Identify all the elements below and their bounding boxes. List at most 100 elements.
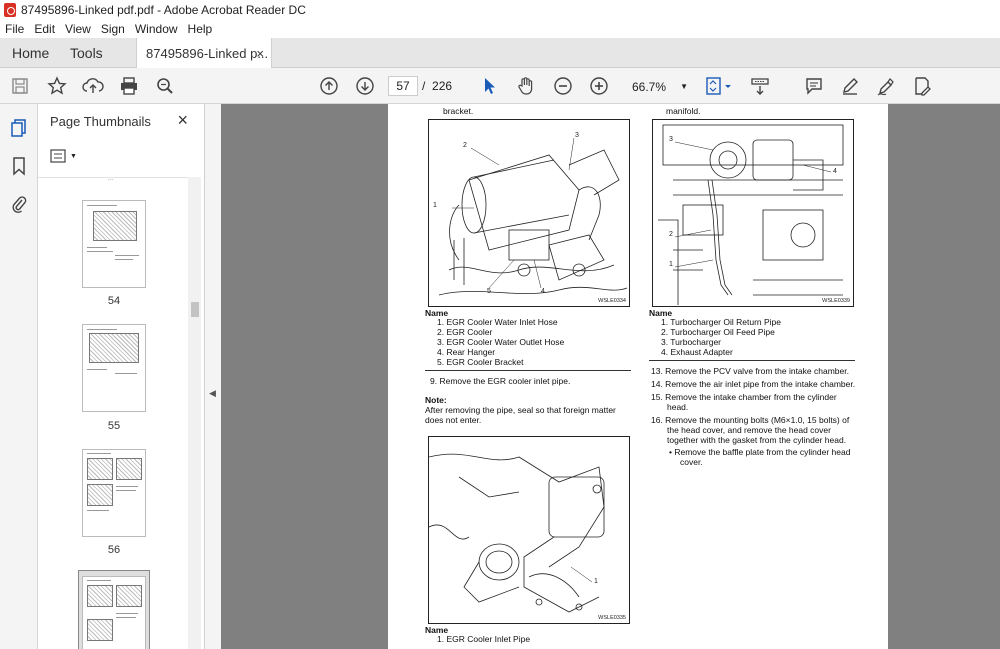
callout-4: 4 xyxy=(541,288,545,295)
figure-turbocharger: 1 2 3 4 WSLE0339 xyxy=(652,119,854,307)
list-item: 4. Rear Hanger xyxy=(437,347,496,357)
thumbnail-page-54[interactable] xyxy=(82,200,146,288)
left-rail xyxy=(0,104,38,649)
callout-2: 2 xyxy=(669,231,673,238)
figure-egr-cooler: 1 2 3 4 5 WSLE0334 xyxy=(428,119,630,307)
tab-document-label: 87495896-Linked p... xyxy=(146,45,269,61)
hand-tool-icon[interactable] xyxy=(514,74,538,98)
sign-pen-icon[interactable] xyxy=(874,74,898,98)
figure-code: WSLE0335 xyxy=(598,615,626,621)
callout-5: 5 xyxy=(487,288,491,295)
thumbnail-label-56: 56 xyxy=(107,544,121,556)
thumbnail-scrollbar[interactable] xyxy=(188,177,201,649)
save-icon[interactable] xyxy=(8,74,32,98)
menu-view[interactable]: View xyxy=(65,22,91,36)
step-text: 14. Remove the air inlet pipe from the i… xyxy=(651,379,856,389)
select-cursor-icon[interactable] xyxy=(478,74,502,98)
step-text: the head cover, and remove the head cove… xyxy=(667,425,831,435)
step-text: head. xyxy=(667,402,689,412)
window-title: 87495896-Linked pdf.pdf - Adobe Acrobat … xyxy=(21,3,306,17)
highlight-pen-icon[interactable] xyxy=(838,74,862,98)
previous-page-icon[interactable] xyxy=(317,74,341,98)
list-item: 2. Turbocharger Oil Feed Pipe xyxy=(661,327,775,337)
menu-file[interactable]: File xyxy=(5,22,24,36)
menu-bar: File Edit View Sign Window Help xyxy=(0,20,1000,38)
callout-1: 1 xyxy=(594,578,598,585)
callout-3: 3 xyxy=(669,136,673,143)
thumbnails-panel-title: Page Thumbnails xyxy=(50,114,151,129)
thumbnails-panel: Page Thumbnails × ▼ ... 54 55 56 xyxy=(38,104,205,649)
list-item: 3. EGR Cooler Water Outlet Hose xyxy=(437,337,565,347)
next-page-icon[interactable] xyxy=(353,74,377,98)
tab-tools[interactable]: Tools xyxy=(70,38,103,68)
zoom-level-value: 66.7% xyxy=(632,79,667,94)
bookmark-star-icon[interactable] xyxy=(45,74,69,98)
list-item: 5. EGR Cooler Bracket xyxy=(437,357,524,367)
thumbnail-label-55: 55 xyxy=(107,420,121,432)
panel-collapse-handle[interactable]: ◀ xyxy=(205,104,221,649)
menu-edit[interactable]: Edit xyxy=(34,22,55,36)
figure-code: WSLE0339 xyxy=(822,298,850,304)
page-thumbnails-icon[interactable] xyxy=(9,118,29,138)
list-options-icon xyxy=(50,149,66,163)
thumbnail-page-56[interactable] xyxy=(82,449,146,537)
list-item: 4. Exhaust Adapter xyxy=(661,347,733,357)
scroll-mode-icon[interactable] xyxy=(748,74,772,98)
collapse-arrow-icon: ◀ xyxy=(209,388,216,398)
fill-sign-icon[interactable] xyxy=(910,74,934,98)
thumbnail-options-button[interactable]: ▼ xyxy=(50,148,80,164)
callout-3: 3 xyxy=(575,132,579,139)
menu-window[interactable]: Window xyxy=(135,22,178,36)
zoom-level-select[interactable]: 66.7% ▼ xyxy=(628,77,688,96)
menu-sign[interactable]: Sign xyxy=(101,22,125,36)
bullet-text: • Remove the baffle plate from the cylin… xyxy=(669,447,851,457)
step-9: 9. Remove the EGR cooler inlet pipe. xyxy=(430,376,571,386)
page-separator: / xyxy=(422,79,426,93)
panel-close-icon[interactable]: × xyxy=(177,110,188,131)
chevron-down-icon: ▼ xyxy=(70,152,77,160)
callout-2: 2 xyxy=(463,142,467,149)
partial-thumbnail-label: ... xyxy=(108,177,114,182)
fit-page-icon[interactable] xyxy=(702,74,734,98)
list-item: 1. EGR Cooler Water Inlet Hose xyxy=(437,317,558,327)
zoom-out-icon[interactable] xyxy=(551,74,575,98)
list-item: 3. Turbocharger xyxy=(661,337,722,347)
text-manifold: manifold. xyxy=(666,106,701,116)
upload-cloud-icon[interactable] xyxy=(81,74,105,98)
thumbnail-list: ... 54 55 56 xyxy=(38,177,188,649)
thumbnail-scrollbar-thumb[interactable] xyxy=(191,302,199,317)
step-text: 16. Remove the mounting bolts (M6×1.0, 1… xyxy=(651,415,850,425)
title-bar: 87495896-Linked pdf.pdf - Adobe Acrobat … xyxy=(0,0,1000,20)
step-text: together with the gasket from the cylind… xyxy=(667,435,847,445)
text-bracket: bracket. xyxy=(443,106,474,116)
divider xyxy=(649,360,855,361)
tab-home[interactable]: Home xyxy=(12,38,49,68)
page-total-count: 226 xyxy=(432,79,453,93)
menu-help[interactable]: Help xyxy=(188,22,213,36)
note-heading: Note: xyxy=(425,395,447,405)
bullet-text: cover. xyxy=(680,457,703,467)
callout-4: 4 xyxy=(833,168,837,175)
bookmarks-icon[interactable] xyxy=(9,156,29,176)
thumbnail-label-54: 54 xyxy=(107,295,121,307)
comment-icon[interactable] xyxy=(802,74,826,98)
page-number-input[interactable]: 57 xyxy=(388,76,418,96)
divider xyxy=(425,370,631,371)
callout-1: 1 xyxy=(669,261,673,268)
thumbnail-page-55[interactable] xyxy=(82,324,146,412)
page-total: / 226 xyxy=(422,79,452,93)
attachments-icon[interactable] xyxy=(9,194,29,214)
tab-document[interactable]: 87495896-Linked p... × xyxy=(136,38,272,68)
print-icon[interactable] xyxy=(117,74,141,98)
zoom-in-icon[interactable] xyxy=(587,74,611,98)
toolbar: 57 / 226 66.7% ▼ xyxy=(0,68,1000,104)
pdf-app-icon xyxy=(4,3,16,17)
list-item: 2. EGR Cooler xyxy=(437,327,493,337)
thumbnail-page-57[interactable] xyxy=(82,576,146,649)
list-item: 1. Turbocharger Oil Return Pipe xyxy=(661,317,782,327)
document-viewer[interactable]: bracket. 1 2 3 4 5 WSLE0334 Name 1. EGR … xyxy=(221,104,1000,649)
step-text: 13. Remove the PCV valve from the intake… xyxy=(651,366,849,376)
tab-close-icon[interactable]: × xyxy=(256,46,264,61)
list-item: 1. EGR Cooler Inlet Pipe xyxy=(437,634,531,644)
search-zoom-icon[interactable] xyxy=(153,74,177,98)
